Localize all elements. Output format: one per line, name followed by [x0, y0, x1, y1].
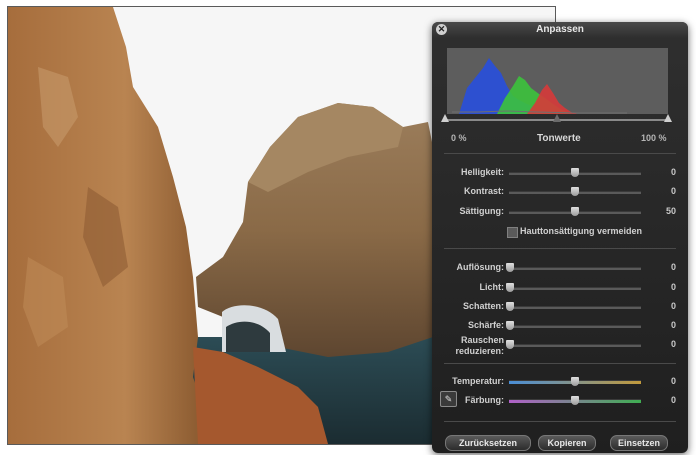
shadows-value: 0: [670, 301, 676, 311]
noise-reduction-value: 0: [670, 339, 676, 349]
panel-title: Anpassen: [536, 24, 584, 35]
levels-min-label: 0 %: [451, 133, 467, 143]
highlights-track[interactable]: [509, 287, 641, 290]
brightness-value: 0: [670, 167, 676, 177]
sharpness-label: Schärfe:: [467, 320, 504, 330]
highlights-label: Licht:: [479, 282, 505, 292]
white-point-handle[interactable]: [664, 114, 672, 122]
contrast-label: Kontrast:: [464, 186, 504, 196]
shadows-label: Schatten:: [462, 301, 504, 311]
levels-max-label: 100 %: [641, 133, 667, 143]
midpoint-handle[interactable]: [553, 114, 561, 122]
noise-reduction-label-line1: Rauschen: [460, 335, 504, 345]
definition-track[interactable]: [509, 267, 641, 270]
adjust-panel: ✕ Anpassen 0 % Tonwerte 100 % Helligkeit…: [432, 22, 688, 453]
noise-reduction-track[interactable]: [509, 344, 641, 347]
divider: [444, 421, 676, 422]
tint-label: Färbung:: [465, 395, 504, 405]
sharpness-value: 0: [670, 320, 676, 330]
saturation-thumb[interactable]: [571, 207, 579, 216]
divider: [444, 248, 676, 249]
black-point-handle[interactable]: [441, 114, 449, 122]
noise-reduction-label-line2: reduzieren:: [455, 346, 504, 356]
highlights-value: 0: [670, 282, 676, 292]
contrast-thumb[interactable]: [571, 187, 579, 196]
skin-tone-checkbox[interactable]: [507, 227, 518, 238]
brightness-thumb[interactable]: [571, 168, 579, 177]
highlights-thumb[interactable]: [506, 283, 514, 292]
tint-thumb[interactable]: [571, 396, 579, 405]
temperature-thumb[interactable]: [571, 377, 579, 386]
tint-value: 0: [670, 395, 676, 405]
histogram: [447, 48, 668, 114]
shadows-thumb[interactable]: [506, 302, 514, 311]
levels-title: Tonwerte: [537, 133, 581, 144]
shadows-track[interactable]: [509, 306, 641, 309]
definition-value: 0: [670, 262, 676, 272]
divider: [444, 153, 676, 154]
reset-button[interactable]: Zurücksetzen: [445, 435, 531, 451]
temperature-label: Temperatur:: [452, 376, 504, 386]
definition-label: Auflösung:: [456, 262, 505, 272]
noise-reduction-thumb[interactable]: [506, 340, 514, 349]
temperature-value: 0: [670, 376, 676, 386]
paste-button[interactable]: Einsetzen: [610, 435, 668, 451]
sharpness-thumb[interactable]: [506, 321, 514, 330]
sharpness-track[interactable]: [509, 325, 641, 328]
copy-button[interactable]: Kopieren: [538, 435, 596, 451]
skin-tone-checkbox-label: Hauttonsättigung vermeiden: [520, 226, 643, 236]
contrast-value: 0: [670, 186, 676, 196]
saturation-label: Sättigung:: [459, 206, 505, 216]
brightness-label: Helligkeit:: [460, 167, 504, 177]
divider: [444, 363, 676, 364]
saturation-value: 50: [665, 206, 676, 216]
definition-thumb[interactable]: [506, 263, 514, 272]
